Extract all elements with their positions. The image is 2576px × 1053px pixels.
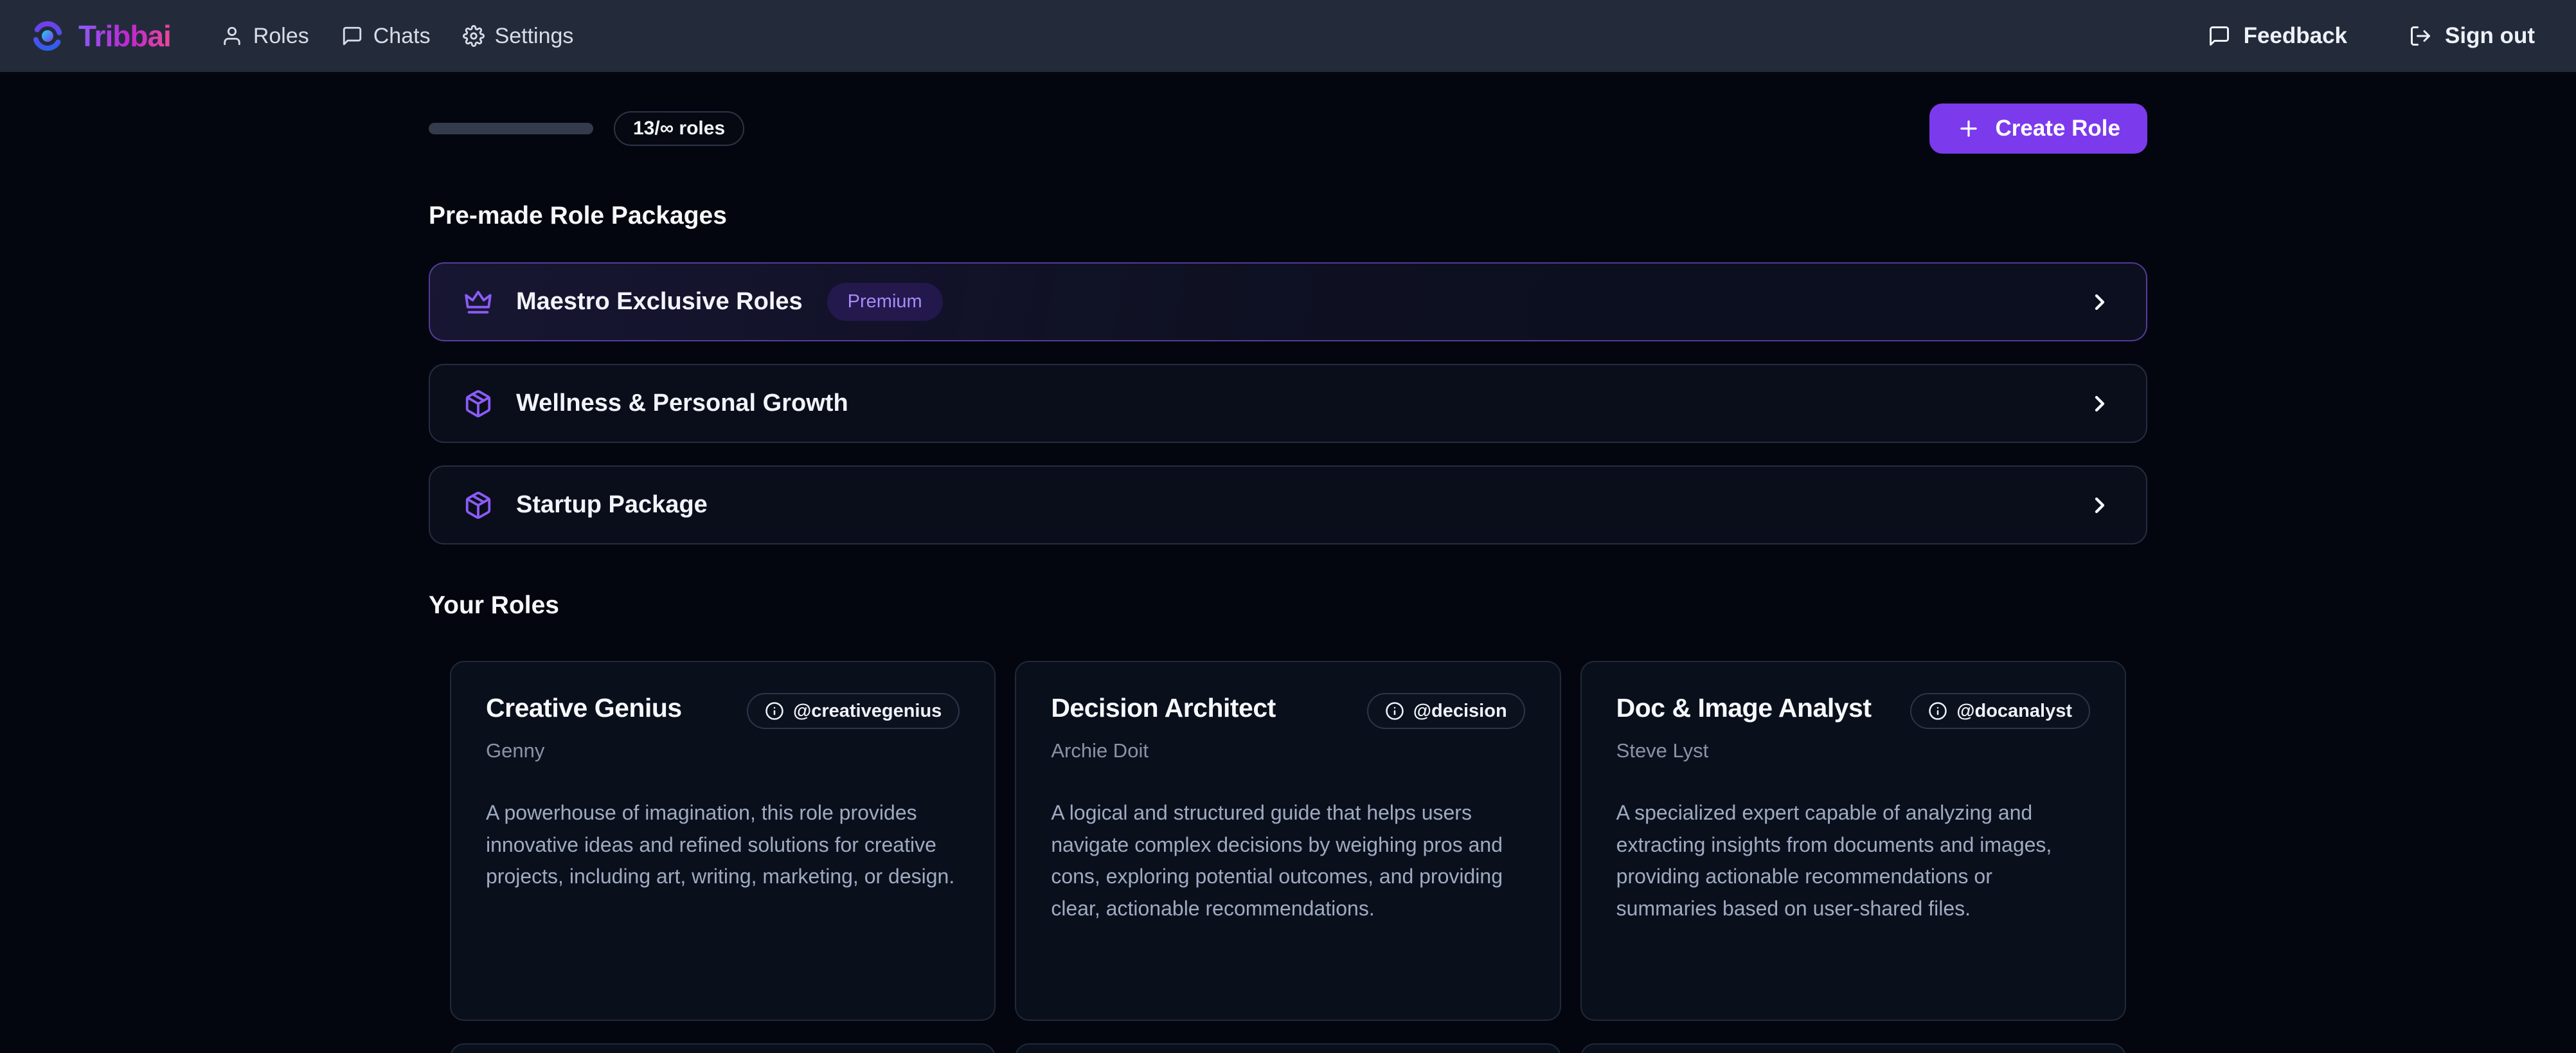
roles-toolbar: 13/∞ roles Create Role bbox=[429, 103, 2147, 154]
role-card-description: A powerhouse of imagination, this role p… bbox=[486, 797, 960, 893]
nav-item-chats[interactable]: Chats bbox=[341, 24, 431, 49]
role-card-partial[interactable] bbox=[1580, 1043, 2126, 1053]
sign-out-icon bbox=[2409, 24, 2432, 48]
feedback-bubble-icon bbox=[2208, 24, 2231, 48]
package-title: Wellness & Personal Growth bbox=[516, 390, 848, 417]
role-card-doc-image-analyst[interactable]: Doc & Image Analyst @docanalyst Steve Ly… bbox=[1580, 661, 2126, 1021]
info-icon bbox=[1385, 701, 1404, 721]
package-row-startup[interactable]: Startup Package bbox=[429, 465, 2147, 544]
role-card-title: Decision Architect bbox=[1051, 693, 1275, 723]
package-icon bbox=[463, 389, 493, 419]
role-card-subtitle: Archie Doit bbox=[1051, 739, 1525, 762]
package-row-wellness[interactable]: Wellness & Personal Growth bbox=[429, 364, 2147, 443]
role-card-title: Creative Genius bbox=[486, 693, 682, 723]
role-handle-badge: @docanalyst bbox=[1910, 693, 2090, 729]
your-roles-section-title: Your Roles bbox=[429, 591, 2147, 620]
user-icon bbox=[221, 25, 243, 47]
role-card-decision-architect[interactable]: Decision Architect @decision Archie Doit… bbox=[1015, 661, 1561, 1021]
feedback-label: Feedback bbox=[2244, 23, 2347, 49]
feedback-button[interactable]: Feedback bbox=[2208, 23, 2347, 49]
info-icon bbox=[1928, 701, 1947, 721]
main-content: 13/∞ roles Create Role Pre-made Role Pac… bbox=[429, 103, 2147, 1053]
role-handle-badge: @creativegenius bbox=[747, 693, 960, 729]
chevron-right-icon bbox=[2087, 492, 2113, 518]
role-card-subtitle: Genny bbox=[486, 739, 960, 762]
role-handle-badge: @decision bbox=[1367, 693, 1525, 729]
packages-section-title: Pre-made Role Packages bbox=[429, 202, 2147, 230]
plus-icon bbox=[1956, 116, 1981, 141]
role-card-partial[interactable] bbox=[1015, 1043, 1561, 1053]
role-card-creative-genius[interactable]: Creative Genius @creativegenius Genny A … bbox=[450, 661, 996, 1021]
nav-item-settings[interactable]: Settings bbox=[463, 24, 574, 49]
chevron-right-icon bbox=[2087, 391, 2113, 417]
role-handle: @docanalyst bbox=[1956, 701, 2072, 722]
role-handle: @decision bbox=[1413, 701, 1507, 722]
crown-icon bbox=[463, 287, 493, 317]
roles-progress-bar bbox=[429, 123, 593, 134]
gear-icon bbox=[463, 25, 485, 47]
nav-item-roles[interactable]: Roles bbox=[221, 24, 309, 49]
role-cards-grid: Creative Genius @creativegenius Genny A … bbox=[429, 661, 2147, 1021]
role-handle: @creativegenius bbox=[793, 701, 942, 722]
header-actions: Feedback Sign out bbox=[2208, 23, 2535, 49]
sign-out-label: Sign out bbox=[2445, 23, 2535, 49]
role-card-partial[interactable] bbox=[450, 1043, 996, 1053]
roles-count-badge: 13/∞ roles bbox=[614, 111, 744, 146]
app-logo[interactable]: Tribbai bbox=[31, 19, 171, 53]
brand-name: Tribbai bbox=[78, 19, 171, 53]
package-row-maestro[interactable]: Maestro Exclusive Roles Premium bbox=[429, 262, 2147, 341]
role-card-subtitle: Steve Lyst bbox=[1616, 739, 2090, 762]
premium-badge: Premium bbox=[827, 283, 943, 321]
package-icon bbox=[463, 491, 493, 520]
chat-bubble-icon bbox=[341, 25, 363, 47]
role-cards-grid-partial bbox=[429, 1043, 2147, 1053]
role-card-title: Doc & Image Analyst bbox=[1616, 693, 1872, 723]
nav-label: Roles bbox=[253, 24, 309, 49]
chevron-right-icon bbox=[2087, 289, 2113, 315]
role-card-description: A logical and structured guide that help… bbox=[1051, 797, 1525, 924]
package-title: Startup Package bbox=[516, 491, 708, 519]
main-nav: Roles Chats Settings bbox=[221, 24, 574, 49]
tribbai-logo-icon bbox=[31, 19, 64, 53]
sign-out-button[interactable]: Sign out bbox=[2409, 23, 2535, 49]
role-card-description: A specialized expert capable of analyzin… bbox=[1616, 797, 2090, 924]
app-header: Tribbai Roles Chats Settings Feedba bbox=[0, 0, 2576, 72]
nav-label: Chats bbox=[373, 24, 431, 49]
create-role-label: Create Role bbox=[1995, 116, 2120, 141]
info-icon bbox=[765, 701, 784, 721]
create-role-button[interactable]: Create Role bbox=[1929, 104, 2147, 154]
package-title: Maestro Exclusive Roles bbox=[516, 288, 803, 316]
nav-label: Settings bbox=[495, 24, 574, 49]
